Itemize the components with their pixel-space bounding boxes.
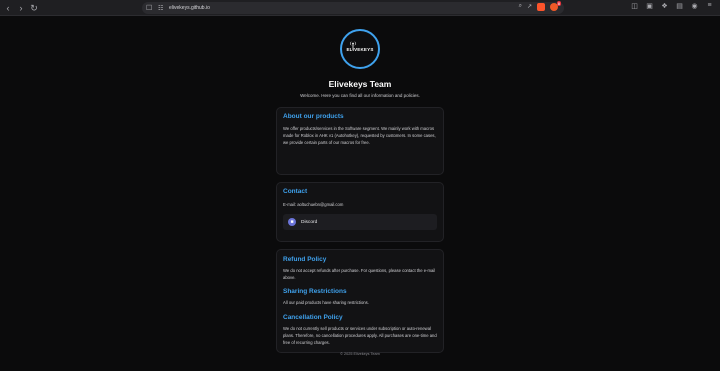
cancellation-body: We do not currently sell products or ser… [283, 325, 437, 346]
discord-icon: ■ [288, 218, 296, 227]
cancellation-heading: Cancellation Policy [283, 313, 343, 321]
contact-heading: Contact [283, 188, 308, 195]
share-icon[interactable]: ↗ [527, 3, 532, 11]
zoom-icon[interactable]: ⌕ [519, 3, 522, 11]
sidebar-icon[interactable]: ◫ [630, 2, 639, 10]
back-icon[interactable]: ‹ [3, 2, 13, 14]
refund-body: We do not accept refunds after purchase.… [283, 268, 436, 281]
url-text[interactable]: elivekeys.github.io [169, 5, 210, 11]
menu-icon[interactable]: ≡ [705, 2, 714, 10]
footer-copyright: © 2025 Elivekeys Team [340, 352, 380, 356]
sharing-heading: Sharing Restrictions [283, 288, 347, 296]
page-content: ELIVEKEYS Elivekeys Team Welcome. Here y… [0, 16, 720, 371]
refund-heading: Refund Policy [283, 256, 327, 263]
discord-button[interactable]: ■ Discord [283, 214, 437, 231]
brave-shields-icon[interactable] [537, 3, 545, 11]
about-body: We offer products/services in the Softwa… [283, 126, 436, 146]
sharing-body: All our paid products have sharing restr… [283, 300, 369, 306]
rewards-badge: 8 [556, 1, 561, 6]
contact-email[interactable]: E-mail: aoltuchuebn@gmail.com [283, 201, 437, 208]
wallet-icon[interactable]: ▤ [675, 2, 684, 10]
policies-card: Refund Policy We do not accept refunds a… [276, 249, 444, 353]
page-title: Elivekeys Team [328, 79, 392, 89]
reload-icon[interactable]: ↻ [29, 2, 39, 14]
contact-card: Contact E-mail: aoltuchuebn@gmail.com ■ … [276, 182, 444, 242]
antenna-icon [350, 41, 356, 50]
tabs-icon[interactable]: ▣ [645, 2, 654, 10]
rewards-icon[interactable]: 8 [550, 1, 561, 11]
address-bar[interactable]: ☐ ☷ elivekeys.github.io ⌕ ↗ 8 [142, 1, 564, 14]
toolbar-right: ◫ ▣ ❖ ▤ ◉ ≡ [630, 2, 714, 10]
discord-label: Discord [301, 219, 318, 225]
forward-icon[interactable]: › [16, 2, 26, 14]
about-heading: About our products [283, 113, 344, 120]
bookmark-icon[interactable]: ☐ [146, 4, 154, 12]
page-subtitle: Welcome. Here you can find all our infor… [300, 93, 420, 98]
browser-toolbar: ‹ › ↻ ☐ ☷ elivekeys.github.io ⌕ ↗ 8 ◫ ▣ … [0, 0, 720, 16]
extensions-icon[interactable]: ❖ [660, 2, 669, 10]
site-info-icon[interactable]: ☷ [158, 5, 166, 12]
team-logo: ELIVEKEYS [340, 29, 380, 69]
vpn-icon[interactable]: ◉ [690, 2, 699, 10]
about-card: About our products We offer products/ser… [276, 107, 444, 175]
